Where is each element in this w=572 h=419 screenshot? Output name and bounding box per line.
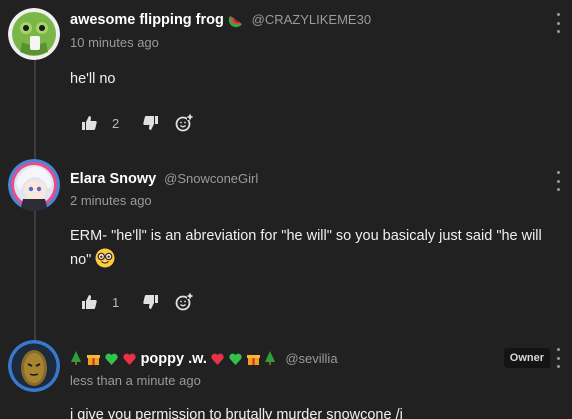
- more-vertical-icon[interactable]: [550, 348, 566, 368]
- red-heart-icon: [211, 352, 224, 368]
- green-heart-icon: [105, 352, 118, 368]
- thumbs-down-icon[interactable]: [141, 114, 159, 132]
- user-handle[interactable]: @sevillia: [285, 351, 337, 366]
- comment-actions: 2: [80, 114, 194, 132]
- thumbs-up-icon[interactable]: [80, 293, 98, 311]
- timestamp: less than a minute ago: [70, 373, 201, 388]
- comment: poppy .w. @sevillia Owner less than a mi…: [0, 330, 572, 419]
- username[interactable]: awesome flipping frog: [70, 12, 224, 28]
- comment: awesome flipping frog @CRAZYLIKEME30 10 …: [0, 0, 572, 140]
- owner-badge: Owner: [503, 348, 550, 368]
- comment-text: i give you permission to brutally murder…: [70, 407, 403, 419]
- comment-actions: 1: [80, 293, 194, 311]
- user-handle[interactable]: @SnowconeGirl: [164, 171, 258, 186]
- timestamp: 2 minutes ago: [70, 193, 152, 208]
- nerd-face-icon: [95, 248, 115, 276]
- green-heart-icon: [229, 352, 242, 368]
- add-emoji-icon[interactable]: [175, 114, 194, 132]
- watermelon-icon: [228, 12, 244, 31]
- more-vertical-icon[interactable]: [550, 13, 566, 33]
- avatar[interactable]: [8, 340, 60, 392]
- red-heart-icon: [123, 352, 136, 368]
- comment-thread: awesome flipping frog @CRAZYLIKEME30 10 …: [0, 0, 572, 419]
- username[interactable]: poppy .w.: [141, 351, 207, 367]
- like-count: 2: [112, 115, 120, 131]
- username[interactable]: Elara Snowy: [70, 171, 156, 187]
- comment-text: he'll no: [70, 71, 116, 87]
- gift-icon: [246, 352, 260, 368]
- comment: Elara Snowy @SnowconeGirl 2 minutes ago …: [0, 155, 572, 320]
- tree-icon: [70, 351, 82, 368]
- more-vertical-icon[interactable]: [550, 171, 566, 191]
- comment-text-line: ERM- "he'll" is an abreviation for "he w…: [70, 228, 542, 244]
- comment-text-line: no": [70, 252, 92, 268]
- thumbs-down-icon[interactable]: [141, 293, 159, 311]
- comment-text: ERM- "he'll" is an abreviation for "he w…: [70, 225, 550, 276]
- like-count: 1: [112, 294, 120, 310]
- avatar[interactable]: [8, 159, 60, 211]
- avatar[interactable]: [8, 8, 60, 60]
- gift-icon: [86, 352, 100, 368]
- add-emoji-icon[interactable]: [175, 293, 194, 311]
- timestamp: 10 minutes ago: [70, 35, 159, 50]
- tree-icon: [264, 351, 276, 368]
- user-handle[interactable]: @CRAZYLIKEME30: [252, 12, 371, 27]
- thumbs-up-icon[interactable]: [80, 114, 98, 132]
